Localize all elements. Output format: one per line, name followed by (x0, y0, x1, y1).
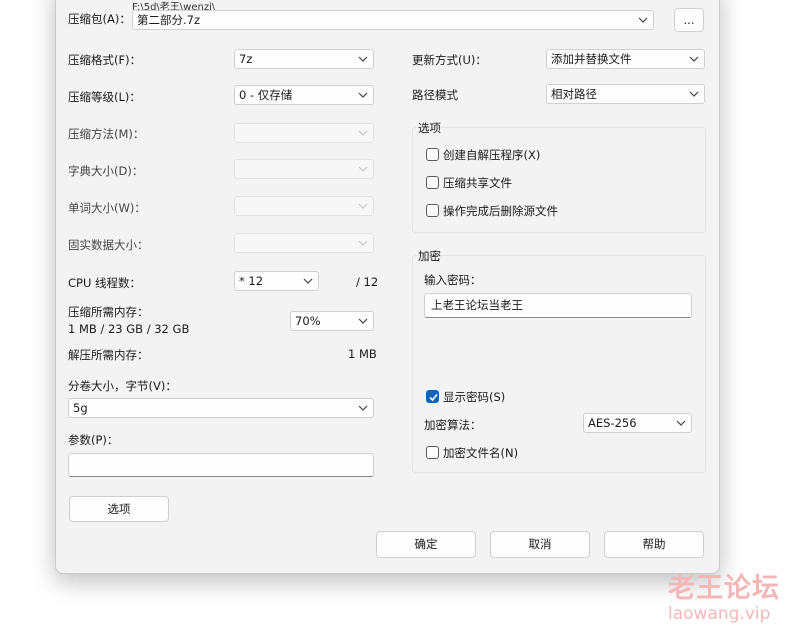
chevron-down-icon (689, 54, 699, 64)
volume-combobox[interactable]: 5g (68, 398, 374, 418)
archive-filename-value: 第二部分.7z (137, 13, 201, 27)
show-password-checkbox[interactable] (426, 390, 439, 403)
chevron-down-icon (358, 164, 368, 174)
archive-filename-combobox[interactable]: 第二部分.7z (132, 10, 654, 30)
mem-usage-value: 70% (295, 314, 321, 328)
encryption-method-value: AES-256 (588, 416, 637, 430)
threads-value: * 12 (239, 274, 264, 288)
chevron-down-icon (358, 201, 368, 211)
level-select[interactable]: 0 - 仅存储 (234, 85, 374, 105)
path-mode-label: 路径模式 (412, 88, 458, 102)
mem-decompress-value: 1 MB (348, 347, 377, 361)
watermark-url: laowang.vip (668, 604, 771, 624)
volume-value: 5g (73, 401, 88, 415)
solid-label: 固实数据大小： (68, 238, 149, 252)
shared-files-label: 压缩共享文件 (443, 176, 512, 190)
browse-button[interactable]: ... (674, 8, 704, 32)
encryption-method-label: 加密算法： (424, 418, 482, 432)
chevron-down-icon (676, 418, 686, 428)
chevron-down-icon (638, 15, 648, 25)
threads-label: CPU 线程数： (68, 276, 142, 290)
update-select[interactable]: 添加并替换文件 (546, 49, 705, 69)
ok-button[interactable]: 确定 (376, 531, 476, 558)
watermark-text: 老王论坛 (668, 573, 780, 604)
path-mode-value: 相对路径 (551, 87, 597, 101)
delete-after-checkbox[interactable] (426, 204, 439, 217)
encryption-group-title: 加密 (418, 249, 441, 263)
sfx-label: 创建自解压程序(X) (443, 148, 541, 162)
solid-select[interactable] (234, 233, 374, 253)
word-select[interactable] (234, 196, 374, 216)
update-label: 更新方式(U)： (412, 53, 487, 67)
method-select[interactable] (234, 123, 374, 143)
encryption-method-select[interactable]: AES-256 (583, 413, 692, 433)
chevron-down-icon (358, 403, 368, 413)
archive-label: 压缩包(A)： (68, 12, 131, 26)
chevron-down-icon (358, 316, 368, 326)
encrypt-names-checkbox[interactable] (426, 446, 439, 459)
delete-after-label: 操作完成后删除源文件 (443, 204, 558, 218)
mem-decompress-label: 解压所需内存： (68, 348, 149, 362)
checkmark-icon (429, 393, 438, 402)
dict-select[interactable] (234, 159, 374, 179)
chevron-down-icon (358, 128, 368, 138)
format-label: 压缩格式(F)： (68, 53, 142, 67)
params-label: 参数(P)： (68, 433, 119, 447)
options-button[interactable]: 选项 (69, 496, 169, 522)
mem-compress-label: 压缩所需内存： (68, 305, 149, 319)
add-to-archive-dialog: 压缩包(A)： F:\5d\老王\wenzi\ 第二部分.7z ... 压缩格式… (55, 0, 720, 574)
update-value: 添加并替换文件 (551, 52, 632, 66)
method-label: 压缩方法(M)： (68, 127, 145, 141)
password-input[interactable]: 上老王论坛当老王 (424, 293, 692, 318)
level-value: 0 - 仅存储 (239, 88, 293, 102)
chevron-down-icon (689, 89, 699, 99)
path-mode-select[interactable]: 相对路径 (546, 84, 705, 104)
chevron-down-icon (358, 238, 368, 248)
params-input[interactable] (68, 453, 374, 477)
format-select[interactable]: 7z (234, 49, 374, 69)
options-group-title: 选项 (418, 121, 441, 135)
cancel-button[interactable]: 取消 (490, 531, 590, 558)
show-password-label: 显示密码(S) (443, 390, 506, 404)
volume-label: 分卷大小，字节(V)： (68, 379, 177, 393)
word-label: 单词大小(W)： (68, 201, 146, 215)
mem-usage-select[interactable]: 70% (290, 311, 374, 331)
threads-max: / 12 (356, 275, 379, 289)
chevron-down-icon (358, 90, 368, 100)
chevron-down-icon (303, 276, 313, 286)
shared-files-checkbox[interactable] (426, 176, 439, 189)
chevron-down-icon (358, 54, 368, 64)
mem-compress-detail: 1 MB / 23 GB / 32 GB (68, 322, 190, 336)
help-button[interactable]: 帮助 (604, 531, 704, 558)
sfx-checkbox[interactable] (426, 148, 439, 161)
dict-label: 字典大小(D)： (68, 164, 144, 178)
threads-select[interactable]: * 12 (234, 271, 319, 291)
password-label: 输入密码： (424, 273, 482, 287)
level-label: 压缩等级(L)： (68, 90, 141, 104)
format-value: 7z (239, 52, 253, 66)
encrypt-names-label: 加密文件名(N) (443, 446, 519, 460)
